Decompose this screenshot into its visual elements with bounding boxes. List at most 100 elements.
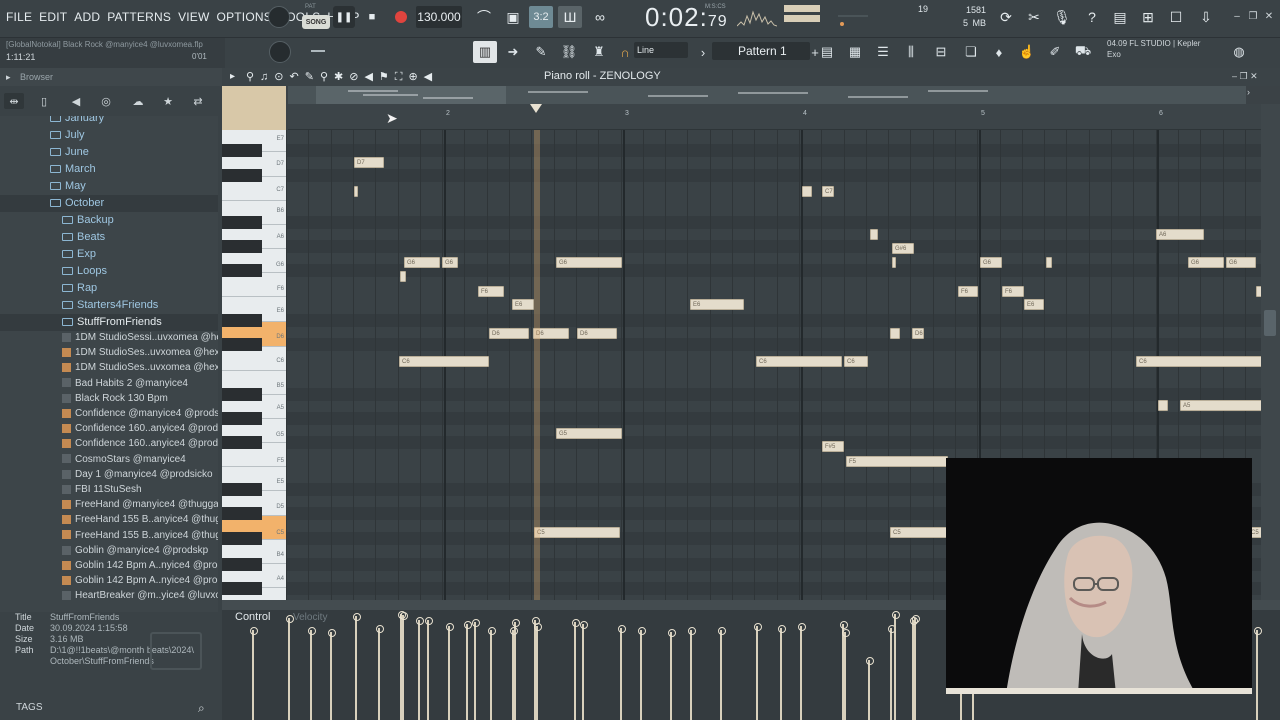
- black-key[interactable]: [222, 436, 262, 449]
- velocity-bar[interactable]: [888, 625, 896, 720]
- midi-note[interactable]: [1158, 400, 1168, 411]
- midi-note[interactable]: G6: [404, 257, 440, 268]
- piano-roll-view-icon[interactable]: ▥: [473, 41, 497, 63]
- plugin-icon[interactable]: ⊞: [1136, 6, 1160, 28]
- wait-input-icon[interactable]: ▣: [501, 6, 525, 28]
- browser-file-item[interactable]: FreeHand @manyice4 @thuggah: [0, 497, 218, 512]
- black-key[interactable]: [222, 507, 262, 520]
- browser-file-icon[interactable]: ▯: [34, 93, 54, 109]
- step-edit-icon[interactable]: Ш: [558, 6, 582, 28]
- midi-note[interactable]: G6: [556, 257, 622, 268]
- midi-note[interactable]: D6: [577, 328, 617, 339]
- black-key[interactable]: [222, 314, 262, 327]
- black-key[interactable]: [222, 169, 262, 182]
- midi-note[interactable]: C6: [756, 356, 842, 367]
- velocity-bar[interactable]: [912, 615, 920, 720]
- black-key[interactable]: [222, 558, 262, 571]
- velocity-bar[interactable]: [376, 625, 384, 720]
- piano-keyboard[interactable]: E7 D7 C7 B6 A6 G6 F6 E6 D6 C6 B5 A5 G5 F5 E5 D5 C5 B4 A4: [222, 130, 286, 600]
- draw-icon[interactable]: ✎: [529, 41, 553, 63]
- vertical-scrollbar[interactable]: [1261, 104, 1280, 600]
- velocity-bar[interactable]: [328, 629, 336, 720]
- save-icon[interactable]: ▤: [1108, 6, 1132, 28]
- loop-record-icon[interactable]: ∞: [588, 6, 612, 28]
- browser-file-item[interactable]: 1DM StudioSes..uvxomea @hexotag: [0, 345, 218, 360]
- overview-scroll-icon[interactable]: ›: [1247, 87, 1250, 97]
- browser-file-item[interactable]: Day 1 @manyice4 @prodsicko: [0, 467, 218, 482]
- midi-note[interactable]: F#5: [822, 441, 844, 452]
- touch-icon[interactable]: ☝: [1015, 41, 1039, 63]
- midi-note[interactable]: G6: [1226, 257, 1256, 268]
- black-key[interactable]: [222, 240, 262, 253]
- midi-note[interactable]: [354, 186, 358, 197]
- browser-folder-exp[interactable]: Exp: [0, 246, 218, 263]
- velocity-bar[interactable]: [472, 619, 480, 720]
- menu-item-file[interactable]: FILE: [6, 10, 32, 24]
- midi-note[interactable]: C7: [822, 186, 834, 197]
- song-mode-button[interactable]: SONG: [302, 15, 330, 29]
- playlist-icon[interactable]: ▤: [815, 41, 839, 63]
- velocity-bar[interactable]: [250, 627, 258, 720]
- browser-file-item[interactable]: Confidence 160..anyice4 @prodskp: [0, 436, 218, 451]
- browser-file-item[interactable]: FreeHand 155 B..anyice4 @thuggah: [0, 512, 218, 527]
- velocity-bar[interactable]: [464, 621, 472, 720]
- midi-note[interactable]: E6: [1024, 299, 1044, 310]
- download-icon[interactable]: ⇩: [1194, 6, 1218, 28]
- tempo-display[interactable]: 130.000: [416, 6, 462, 28]
- metronome-icon[interactable]: ⌒: [472, 6, 496, 28]
- midi-note[interactable]: C6: [844, 356, 868, 367]
- scissors-icon[interactable]: ✂: [1022, 6, 1046, 28]
- browser-file-item[interactable]: Confidence @manyice4 @prodskp: [0, 406, 218, 421]
- black-key[interactable]: [222, 582, 262, 595]
- control-target[interactable]: Velocity: [293, 612, 327, 623]
- velocity-bar[interactable]: [534, 623, 542, 720]
- browser-file-item[interactable]: FreeHand 155 B..anyice4 @thuggah: [0, 528, 218, 543]
- midi-note[interactable]: G5: [556, 428, 622, 439]
- browser-expand-icon[interactable]: ⇹: [4, 93, 24, 109]
- piano-roll-menu-icon[interactable]: ▸: [230, 71, 235, 82]
- velocity-bar[interactable]: [1254, 627, 1262, 720]
- midi-note[interactable]: E6: [512, 299, 534, 310]
- black-key[interactable]: [222, 483, 262, 496]
- master-volume-knob[interactable]: [268, 6, 290, 28]
- microphone-icon[interactable]: 🎙: [1050, 6, 1074, 28]
- velocity-bar[interactable]: [425, 617, 433, 720]
- midi-note[interactable]: C6: [1136, 356, 1261, 367]
- velocity-bar[interactable]: [892, 611, 900, 720]
- browser-folder-rap[interactable]: Rap: [0, 280, 218, 297]
- cart-icon[interactable]: ⛟: [1071, 41, 1095, 63]
- browser-file-item[interactable]: 1DM StudioSes..uvxomea @hexotag: [0, 360, 218, 375]
- velocity-bar[interactable]: [353, 613, 361, 720]
- globe-icon[interactable]: ◍: [1227, 41, 1251, 63]
- velocity-bar[interactable]: [778, 625, 786, 720]
- pen-icon[interactable]: ✐: [1043, 41, 1067, 63]
- midi-note[interactable]: A5: [1180, 400, 1261, 411]
- velocity-bar[interactable]: [754, 623, 762, 720]
- velocity-bar[interactable]: [572, 619, 580, 720]
- black-key[interactable]: [222, 216, 262, 229]
- velocity-bar[interactable]: [512, 619, 520, 720]
- browser-folder-starters4friends[interactable]: Starters4Friends: [0, 297, 218, 314]
- search-icon[interactable]: ⌕: [198, 701, 205, 716]
- midi-note[interactable]: [802, 186, 812, 197]
- stop-button[interactable]: ■: [361, 6, 383, 28]
- menu-item-add[interactable]: ADD: [74, 10, 100, 24]
- menu-item-options[interactable]: OPTIONS: [217, 10, 272, 24]
- black-key[interactable]: [222, 388, 262, 401]
- pitch-knob[interactable]: [269, 41, 291, 63]
- velocity-bar[interactable]: [798, 623, 806, 720]
- piano-roll-window-controls[interactable]: – ❐ ✕: [1232, 71, 1258, 82]
- play-button[interactable]: ❚❚: [333, 6, 355, 28]
- browser-plugin-icon[interactable]: ◎: [96, 93, 116, 109]
- velocity-bar[interactable]: [688, 627, 696, 720]
- minimize-icon[interactable]: –: [1230, 10, 1244, 22]
- browser-file-item[interactable]: CosmoStars @manyice4: [0, 452, 218, 467]
- velocity-bar[interactable]: [446, 623, 454, 720]
- midi-note[interactable]: G6: [1188, 257, 1224, 268]
- browser-snap-icon[interactable]: ⇄: [188, 93, 208, 109]
- midi-note[interactable]: F5: [846, 456, 948, 467]
- arrow-right-icon[interactable]: ➜: [501, 41, 525, 63]
- midi-note[interactable]: D6: [912, 328, 924, 339]
- midi-note[interactable]: E6: [690, 299, 744, 310]
- browser-file-item[interactable]: HeartBreaker @m..yice4 @luvxomea: [0, 588, 218, 603]
